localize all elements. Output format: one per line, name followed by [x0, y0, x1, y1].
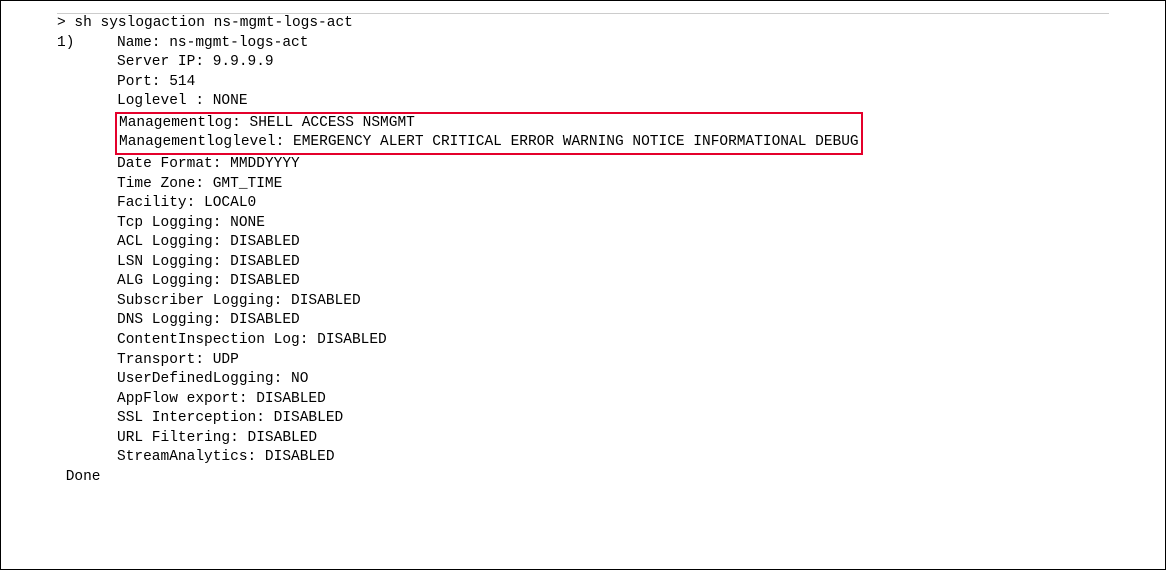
entry-index: 1) — [57, 34, 117, 54]
content-inspection-log: ContentInspection Log: DISABLED — [57, 331, 1109, 351]
terminal-output: > sh syslogaction ns-mgmt-logs-act1)Name… — [57, 14, 1109, 488]
user-defined-logging: UserDefinedLogging: NO — [57, 370, 1109, 390]
alg-logging: ALG Logging: DISABLED — [57, 272, 1109, 292]
terminal-frame: > sh syslogaction ns-mgmt-logs-act1)Name… — [0, 0, 1166, 570]
port: Port: 514 — [57, 73, 1109, 93]
loglevel: Loglevel : NONE — [57, 92, 1109, 112]
url-filtering: URL Filtering: DISABLED — [57, 429, 1109, 449]
tcp-logging: Tcp Logging: NONE — [57, 214, 1109, 234]
ssl-interception: SSL Interception: DISABLED — [57, 409, 1109, 429]
subscriber-logging: Subscriber Logging: DISABLED — [57, 292, 1109, 312]
transport: Transport: UDP — [57, 351, 1109, 371]
server-ip: Server IP: 9.9.9.9 — [57, 53, 1109, 73]
command-line: > sh syslogaction ns-mgmt-logs-act — [57, 14, 1109, 34]
appflow-export: AppFlow export: DISABLED — [57, 390, 1109, 410]
highlight-box: Managementlog: SHELL ACCESS NSMGMTManage… — [115, 112, 863, 155]
dns-logging: DNS Logging: DISABLED — [57, 311, 1109, 331]
stream-analytics: StreamAnalytics: DISABLED — [57, 448, 1109, 468]
lsn-logging: LSN Logging: DISABLED — [57, 253, 1109, 273]
acl-logging: ACL Logging: DISABLED — [57, 233, 1109, 253]
prompt: > — [57, 15, 74, 31]
management-log-level: Managementloglevel: EMERGENCY ALERT CRIT… — [119, 133, 859, 153]
command-text: sh syslogaction ns-mgmt-logs-act — [74, 15, 352, 31]
facility: Facility: LOCAL0 — [57, 194, 1109, 214]
date-format: Date Format: MMDDYYYY — [57, 155, 1109, 175]
terminal-content: > sh syslogaction ns-mgmt-logs-act1)Name… — [1, 1, 1165, 500]
done-line: Done — [57, 468, 1109, 488]
highlight-container: Managementlog: SHELL ACCESS NSMGMTManage… — [57, 112, 1109, 155]
time-zone: Time Zone: GMT_TIME — [57, 175, 1109, 195]
entry-name: Name: ns-mgmt-logs-act — [117, 34, 308, 54]
management-log: Managementlog: SHELL ACCESS NSMGMT — [119, 114, 859, 134]
